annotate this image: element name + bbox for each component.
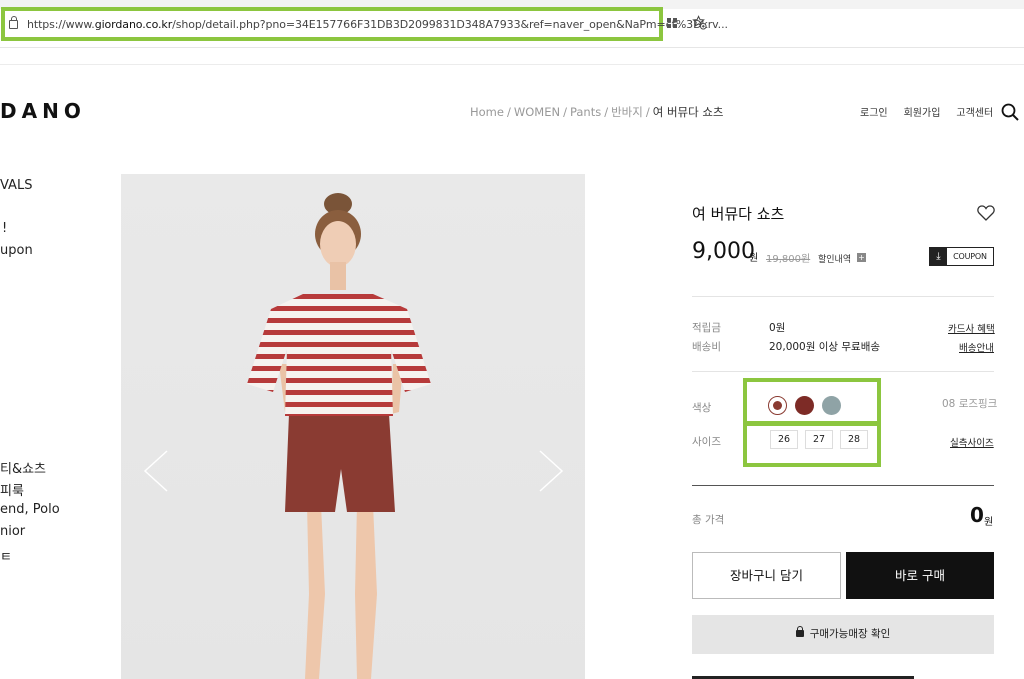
size-option[interactable]: 28 <box>840 430 868 449</box>
store-availability-label: 구매가능매장 확인 <box>809 628 891 640</box>
divider <box>692 371 994 372</box>
menu-item[interactable]: end, Polo <box>0 502 60 517</box>
lock-icon <box>795 626 804 637</box>
download-icon: ⤓ <box>930 248 947 265</box>
model-photo <box>247 193 431 679</box>
size-option[interactable]: 27 <box>805 430 833 449</box>
shipping-label: 배송비 <box>692 341 721 353</box>
header-links: 로그인 회원가입 고객센터 <box>860 104 1009 119</box>
color-label: 색상 <box>692 402 712 414</box>
signup-link[interactable]: 회원가입 <box>904 108 941 119</box>
url-text: https://www.giordano.co.kr/shop/detail.p… <box>27 18 728 31</box>
divider <box>692 296 994 297</box>
search-icon[interactable] <box>1001 103 1019 121</box>
browser-toolbar: https://www.giordano.co.kr/shop/detail.p… <box>0 0 1024 48</box>
total-unit: 원 <box>984 517 994 528</box>
breadcrumb-shorts[interactable]: 반바지 <box>611 105 643 119</box>
menu-item[interactable]: upon <box>0 243 33 258</box>
next-image-arrow-icon[interactable] <box>538 450 564 492</box>
buy-now-button[interactable]: 바로 구매 <box>846 552 994 599</box>
color-swatch-rose[interactable] <box>768 396 787 415</box>
page-divider <box>0 64 1024 65</box>
menu-item[interactable]: 피룩 <box>0 480 24 499</box>
original-price: 19,800원 <box>766 254 811 265</box>
breadcrumb-current: 여 버뮤다 쇼츠 <box>652 105 724 119</box>
shipping-value: 20,000원 이상 무료배송 <box>769 341 881 353</box>
favorite-star-icon[interactable] <box>692 15 707 30</box>
coupon-label: COUPON <box>953 252 987 261</box>
size-guide-link[interactable]: 실측사이즈 <box>950 435 994 449</box>
breadcrumb-pants[interactable]: Pants <box>570 105 601 119</box>
points-label: 적립금 <box>692 322 721 334</box>
discount-details-link[interactable]: 할인내역 <box>818 252 851 265</box>
menu-item[interactable]: nior <box>0 524 25 539</box>
menu-item[interactable]: VALS <box>0 178 32 193</box>
breadcrumb-women[interactable]: WOMEN <box>514 105 560 119</box>
breadcrumb-home[interactable]: Home <box>470 105 504 119</box>
site-logo[interactable]: DANO <box>0 99 86 123</box>
selected-color-name: 08 로즈핑크 <box>942 398 998 410</box>
menu-item[interactable]: ! <box>2 221 7 236</box>
address-bar[interactable]: https://www.giordano.co.kr/shop/detail.p… <box>1 7 728 41</box>
breadcrumb: Home / WOMEN / Pants / 반바지 / 여 버뮤다 쇼츠 <box>470 105 724 119</box>
product-image[interactable] <box>121 174 585 679</box>
total-value: 0 <box>970 503 984 527</box>
menu-item[interactable]: ㅌ <box>0 546 12 565</box>
color-swatch-gray[interactable] <box>822 396 841 415</box>
store-availability-button[interactable]: 구매가능매장 확인 <box>692 615 994 654</box>
shipping-info-link[interactable]: 배송안내 <box>959 340 994 354</box>
coupon-download-button[interactable]: ⤓ COUPON <box>929 247 994 266</box>
support-link[interactable]: 고객센터 <box>956 108 993 119</box>
plus-icon[interactable]: + <box>857 253 866 262</box>
color-swatch-brown[interactable] <box>795 396 814 415</box>
card-benefit-link[interactable]: 카드사 혜택 <box>948 321 995 335</box>
points-value: 0원 <box>769 322 786 334</box>
product-title: 여 버뮤다 쇼츠 <box>692 205 785 223</box>
lock-icon <box>9 16 18 29</box>
menu-item[interactable]: 티&쇼츠 <box>0 458 46 477</box>
size-option[interactable]: 26 <box>770 430 798 449</box>
add-to-cart-button[interactable]: 장바구니 담기 <box>692 552 841 599</box>
size-label: 사이즈 <box>692 436 721 448</box>
divider <box>692 485 994 486</box>
price-unit: 원 <box>749 253 759 264</box>
total-label: 총 가격 <box>692 514 725 526</box>
wishlist-heart-icon[interactable] <box>977 205 995 221</box>
sale-price: 9,000 <box>692 239 755 264</box>
apps-icon[interactable] <box>667 18 677 28</box>
prev-image-arrow-icon[interactable] <box>143 450 169 492</box>
login-link[interactable]: 로그인 <box>860 108 888 119</box>
